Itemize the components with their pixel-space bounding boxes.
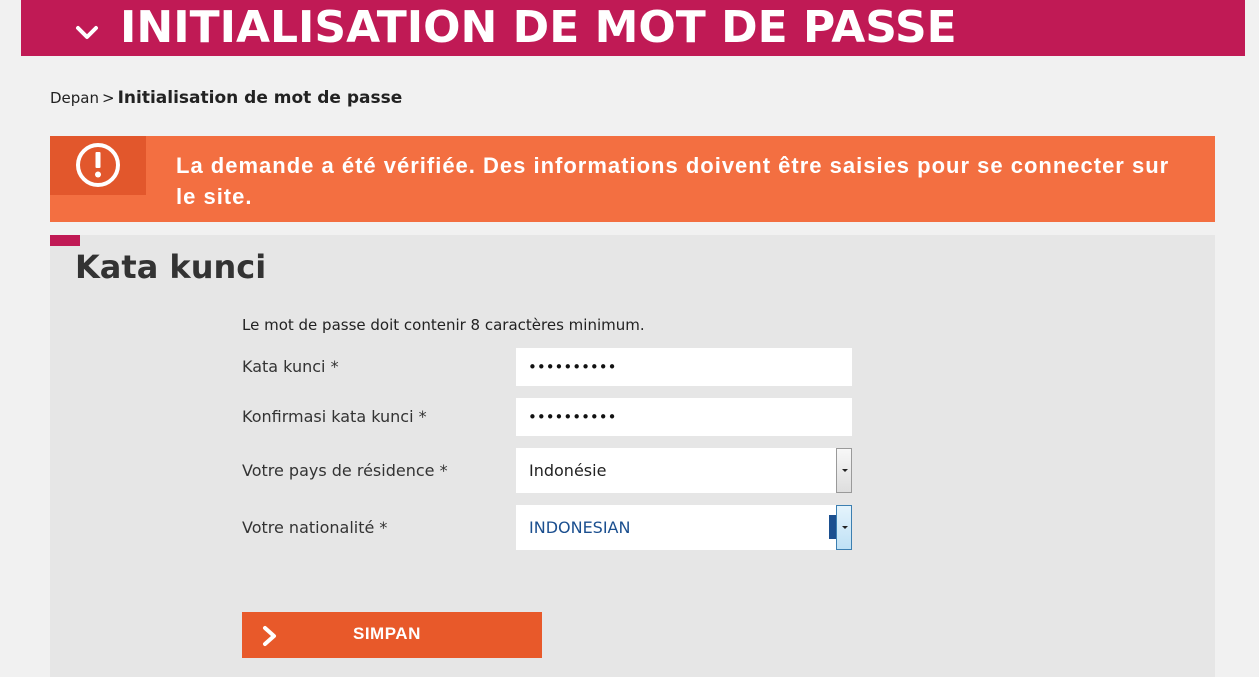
country-value: Indonésie — [529, 461, 607, 480]
caret-down-icon — [842, 526, 848, 529]
alert-banner: La demande a été vérifiée. Des informati… — [50, 136, 1215, 222]
page-header: INITIALISATION DE MOT DE PASSE — [21, 0, 1245, 56]
password-confirm-label: Konfirmasi kata kunci * — [242, 407, 427, 426]
nationality-select[interactable]: INDONESIAN — [516, 505, 852, 550]
nationality-value: INDONESIAN — [529, 518, 631, 537]
save-button-label: SIMPAN — [353, 624, 421, 643]
save-button[interactable]: SIMPAN — [242, 612, 542, 658]
chevron-down-icon[interactable] — [73, 19, 101, 47]
alert-message: La demande a été vérifiée. Des informati… — [176, 153, 1170, 209]
password-input[interactable]: •••••••••• — [516, 348, 852, 386]
chevron-right-icon — [263, 626, 276, 646]
password-confirm-input[interactable]: •••••••••• — [516, 398, 852, 436]
nationality-dropdown-arrow[interactable] — [836, 505, 852, 550]
breadcrumb: Depan > Initialisation de mot de passe — [50, 88, 402, 108]
breadcrumb-separator: > — [102, 89, 115, 107]
page-title: INITIALISATION DE MOT DE PASSE — [120, 2, 957, 53]
password-label: Kata kunci * — [242, 357, 339, 376]
password-hint: Le mot de passe doit contenir 8 caractèr… — [242, 316, 645, 334]
password-form-panel: Kata kunci Le mot de passe doit contenir… — [50, 235, 1215, 677]
breadcrumb-current: Initialisation de mot de passe — [117, 88, 403, 108]
country-label: Votre pays de résidence * — [242, 461, 448, 480]
selection-highlight — [829, 515, 836, 539]
exclamation-circle-icon — [76, 143, 120, 187]
breadcrumb-home-link[interactable]: Depan — [50, 89, 99, 107]
caret-down-icon — [842, 469, 848, 472]
password-confirm-value: •••••••••• — [528, 408, 617, 426]
alert-icon-container — [50, 136, 146, 195]
country-dropdown-arrow[interactable] — [836, 448, 852, 493]
form-title: Kata kunci — [75, 248, 267, 286]
country-select[interactable]: Indonésie — [516, 448, 852, 493]
password-value: •••••••••• — [528, 358, 617, 376]
nationality-label: Votre nationalité * — [242, 518, 388, 537]
panel-accent-bar — [50, 235, 80, 246]
